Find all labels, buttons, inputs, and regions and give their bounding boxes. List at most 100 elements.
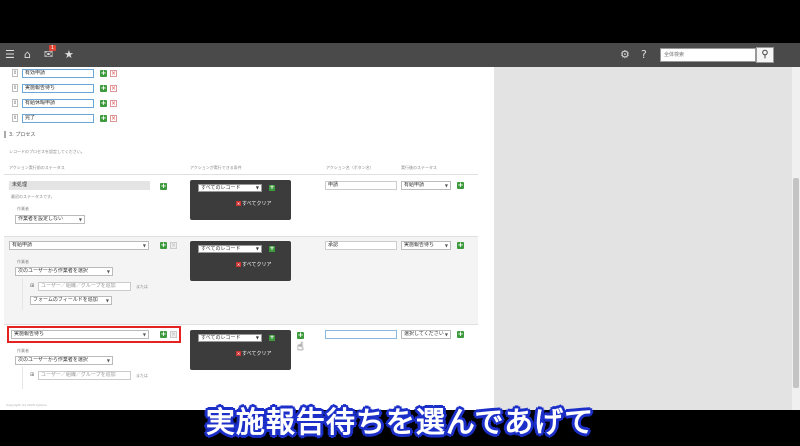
divider (4, 324, 478, 325)
remove-action-button[interactable]: × (170, 242, 177, 249)
assignee-select[interactable]: 次のユーザーから作業者を選択 ▼ (15, 356, 113, 365)
or-label: または (136, 373, 148, 378)
after-status-value: 選択してください (404, 331, 444, 337)
drag-handle[interactable]: ⇕ (12, 69, 18, 77)
first-status-label: 未処理 (9, 181, 150, 190)
remove-status-button[interactable]: × (110, 85, 117, 92)
remove-status-button[interactable]: × (110, 70, 117, 77)
assignee-select-value: 次のユーザーから作業者を選択 (18, 268, 88, 274)
chevron-down-icon: ▼ (142, 243, 146, 248)
favorites-icon[interactable]: ★ (64, 49, 74, 60)
action-name-input[interactable]: 承認 (325, 241, 397, 250)
home-icon[interactable]: ⌂ (24, 49, 31, 60)
condition-select[interactable]: すべてのレコード ▼ (198, 334, 262, 342)
scrollbar-thumb[interactable] (793, 178, 799, 388)
user-add-input[interactable]: ユーザー／組織／グループを追加 (38, 282, 131, 291)
condition-select-value: すべてのレコード (201, 246, 241, 252)
condition-select[interactable]: すべてのレコード ▼ (198, 245, 262, 253)
form-field-value: フォームのフィールドを追加 (33, 297, 98, 303)
status-input[interactable]: 有効申請 (22, 69, 94, 78)
assignee-select[interactable]: 作業者を設定しない ▼ (15, 215, 85, 224)
column-header-condition: アクションが実行できる条件 (190, 165, 242, 170)
status-input[interactable]: 実施報告待ち (22, 84, 94, 93)
add-status-button[interactable]: + (100, 115, 107, 122)
after-status-value: 実施報告待ち (404, 242, 435, 248)
or-label: または (136, 284, 148, 289)
condition-box: すべてのレコード ▼ + ✕ すべてクリア (190, 180, 291, 220)
status-input[interactable]: 有給休暇申請 (22, 99, 94, 108)
column-header-after-status: 実行後のステータス (401, 165, 437, 170)
chevron-down-icon: ▼ (255, 335, 259, 340)
column-header-status: アクション実行前のステータス (9, 165, 65, 170)
add-status-button[interactable]: + (100, 70, 107, 77)
search-icon: ⚲ (761, 49, 769, 60)
menu-icon[interactable]: ☰ (5, 49, 15, 60)
add-action-button[interactable]: + (297, 332, 304, 339)
chevron-down-icon: ▼ (255, 185, 259, 190)
clear-all-label: すべてクリア (242, 262, 272, 268)
clear-all-label: すべてクリア (242, 351, 272, 357)
divider (4, 174, 478, 175)
global-search (660, 48, 757, 62)
search-input[interactable] (661, 49, 757, 61)
drag-handle[interactable]: ⇕ (12, 84, 18, 92)
add-condition-button[interactable]: + (269, 185, 275, 191)
status-input[interactable]: 完了 (22, 114, 94, 123)
drag-handle[interactable]: ⇕ (12, 114, 18, 122)
condition-select[interactable]: すべてのレコード ▼ (198, 184, 262, 192)
close-icon: ✕ (236, 351, 241, 356)
form-field-select[interactable]: フォームのフィールドを追加 ▼ (30, 296, 112, 305)
assignee-select[interactable]: 次のユーザーから作業者を選択 ▼ (15, 267, 113, 276)
video-caption: 実施報告待ちを選んであげて (0, 399, 800, 446)
add-condition-button[interactable]: + (269, 335, 275, 341)
chevron-down-icon: ▼ (444, 183, 448, 188)
add-status-button[interactable]: + (100, 100, 107, 107)
before-status-value: 有給申請 (12, 242, 33, 248)
notification-badge: 1 (49, 45, 56, 51)
action-name-input[interactable]: 申請 (325, 181, 397, 190)
chevron-down-icon: ▼ (78, 217, 82, 222)
chevron-down-icon: ▼ (255, 246, 259, 251)
chevron-down-icon: ▼ (106, 269, 110, 274)
search-button[interactable]: ⚲ (756, 47, 774, 63)
user-add-input[interactable]: ユーザー／組織／グループを追加 (38, 371, 131, 380)
add-action-button[interactable]: + (160, 183, 167, 190)
section-title: 3. プロセス (9, 132, 36, 138)
clear-all-button[interactable]: ✕ すべてクリア (236, 200, 271, 207)
add-row-button[interactable]: + (457, 242, 464, 249)
add-status-button[interactable]: + (100, 85, 107, 92)
after-status-select[interactable]: 選択してください ▼ (401, 330, 451, 339)
caption-text: 実施報告待ちを選んであげて (205, 405, 595, 439)
clear-all-button[interactable]: ✕ すべてクリア (236, 261, 271, 268)
add-action-button[interactable]: + (160, 242, 167, 249)
assignee-label: 作業者 (17, 259, 29, 264)
before-status-select[interactable]: 有給申請 ▼ (9, 241, 149, 250)
remove-status-button[interactable]: × (110, 115, 117, 122)
help-icon[interactable]: ? (641, 49, 647, 60)
drag-handle[interactable]: ⇕ (12, 99, 18, 107)
after-status-value: 有給申請 (404, 182, 425, 188)
add-row-button[interactable]: + (457, 331, 464, 338)
assignee-select-value: 作業者を設定しない (18, 216, 64, 222)
highlight-frame (7, 326, 181, 343)
gear-icon[interactable]: ⚙ (620, 49, 630, 60)
org-chart-icon: ⊞ (30, 283, 35, 289)
process-settings-panel: ⇕ 有効申請 + × ⇕ 実施報告待ち + × ⇕ 有給休暇申請 + × ⇕ 完… (0, 67, 494, 410)
clear-all-button[interactable]: ✕ すべてクリア (236, 350, 271, 357)
chevron-down-icon: ▼ (444, 332, 448, 337)
column-header-action: アクション名（ボタン名） (326, 165, 374, 170)
after-status-select[interactable]: 実施報告待ち ▼ (401, 241, 451, 250)
add-row-button[interactable]: + (457, 182, 464, 189)
assignee-label: 作業者 (17, 348, 29, 353)
remove-status-button[interactable]: × (110, 100, 117, 107)
mouse-cursor-icon: ☝ (297, 340, 304, 353)
condition-box: すべてのレコード ▼ + ✕ すべてクリア (190, 241, 291, 281)
chevron-down-icon: ▼ (106, 358, 110, 363)
assignee-select-value: 次のユーザーから作業者を選択 (18, 357, 88, 363)
close-icon: ✕ (236, 262, 241, 267)
after-status-select[interactable]: 有給申請 ▼ (401, 181, 451, 190)
action-name-input[interactable] (325, 330, 397, 339)
section-marker (4, 131, 6, 138)
add-condition-button[interactable]: + (269, 246, 275, 252)
clear-all-label: すべてクリア (242, 201, 272, 207)
